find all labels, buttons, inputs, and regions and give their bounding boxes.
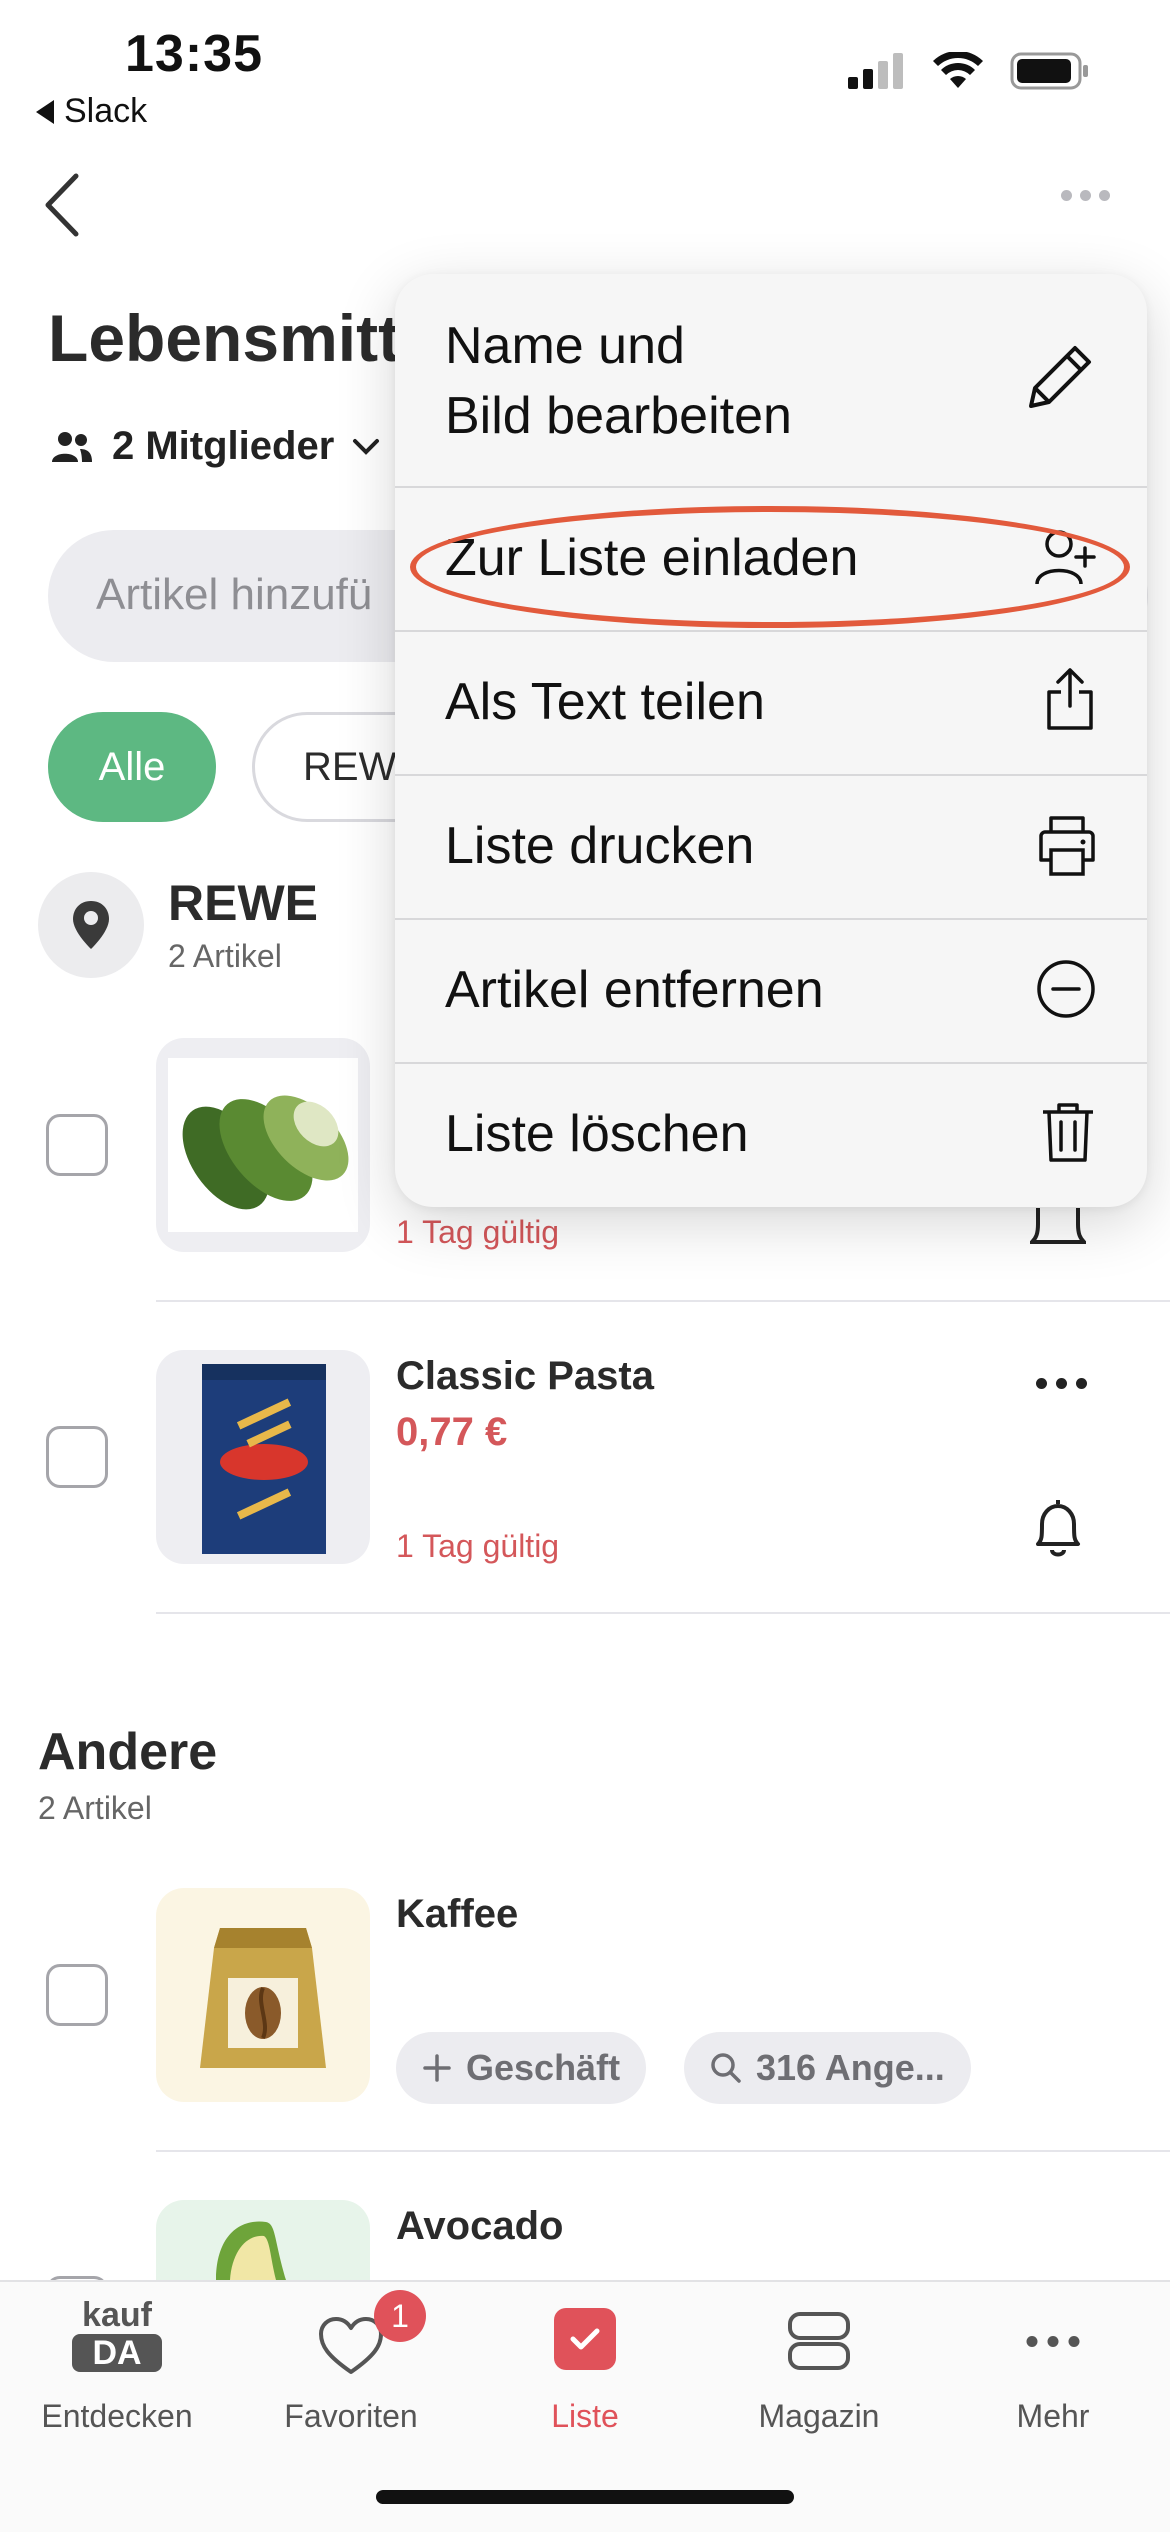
- tab-label-more: Mehr: [1016, 2398, 1090, 2434]
- printer-icon: [1039, 816, 1095, 876]
- menu-item-print[interactable]: Liste drucken: [395, 776, 1147, 918]
- share-icon: [1047, 668, 1093, 730]
- trash-icon: [1043, 1103, 1093, 1162]
- tab-label-magazine: Magazin: [758, 2398, 880, 2434]
- wifi-icon: [933, 52, 983, 88]
- item-checkbox[interactable]: [46, 1426, 108, 1488]
- location-pin-icon: [38, 872, 144, 978]
- plus-icon: [423, 2054, 451, 2082]
- section-title: Andere: [38, 1723, 218, 1781]
- context-menu: Name und Bild bearbeiten Zur Liste einla…: [395, 274, 1147, 1207]
- members-label: 2 Mitglieder: [112, 424, 335, 468]
- item-name: Kaffee: [396, 1892, 519, 1936]
- menu-item-delete-list[interactable]: Liste löschen: [395, 1064, 1147, 1207]
- status-time: 13:35: [125, 25, 263, 83]
- search-icon: [711, 2053, 741, 2083]
- home-indicator: [376, 2490, 794, 2504]
- item-more-icon[interactable]: [1036, 1378, 1087, 1389]
- tab-discover[interactable]: kauf DA Entdecken: [0, 2282, 234, 2482]
- divider: [156, 1612, 1170, 1614]
- divider: [156, 2150, 1170, 2152]
- list-checkmark-icon: [554, 2308, 616, 2370]
- item-image-lettuce[interactable]: [156, 1038, 370, 1252]
- back-triangle-icon: [36, 99, 54, 124]
- tab-magazine[interactable]: Magazin: [702, 2282, 936, 2482]
- chevron-down-icon: [353, 438, 380, 455]
- status-icons: [848, 52, 1090, 90]
- menu-label-remove-items: Artikel entfernen: [445, 961, 824, 1019]
- filter-chip-all[interactable]: Alle: [48, 712, 216, 822]
- divider: [156, 1300, 1170, 1302]
- bell-icon[interactable]: [1030, 1496, 1086, 1567]
- bell-icon[interactable]: [1027, 1204, 1089, 1253]
- tab-label-favorites: Favoriten: [284, 2398, 418, 2434]
- add-item-placeholder: Artikel hinzufü: [96, 570, 373, 619]
- heart-icon: [319, 2317, 383, 2374]
- chevron-left-icon: [45, 173, 79, 237]
- section-item-count: 2 Artikel: [38, 1790, 152, 1826]
- item-image-avocado[interactable]: [156, 2200, 370, 2280]
- tab-more[interactable]: Mehr: [936, 2282, 1170, 2482]
- back-app-label: Slack: [64, 92, 148, 130]
- menu-label-edit-line1: Name und: [445, 317, 685, 375]
- members-icon: [52, 431, 92, 462]
- menu-item-edit-name-image[interactable]: Name und Bild bearbeiten: [395, 274, 1147, 486]
- more-dots-icon: [1026, 2336, 1080, 2347]
- back-to-app-link[interactable]: Slack: [36, 92, 147, 131]
- item-name: Avocado: [396, 2204, 564, 2248]
- pencil-icon: [1029, 346, 1091, 408]
- members-button[interactable]: 2 Mitglieder: [50, 424, 380, 469]
- cellular-signal-icon: [848, 53, 903, 89]
- more-options-icon[interactable]: [1061, 190, 1110, 201]
- back-button[interactable]: [40, 170, 90, 240]
- item-image-coffee[interactable]: [156, 1888, 370, 2102]
- add-store-chip[interactable]: Geschäft: [396, 2032, 647, 2104]
- item-validity: 1 Tag gültig: [396, 1214, 560, 1250]
- menu-item-remove-items[interactable]: Artikel entfernen: [395, 920, 1147, 1062]
- menu-label-share-text: Als Text teilen: [445, 673, 765, 731]
- item-validity: 1 Tag gültig: [396, 1528, 560, 1564]
- add-store-label: Geschäft: [466, 2047, 621, 2088]
- magazine-icon: [788, 2312, 850, 2370]
- menu-label-print: Liste drucken: [445, 817, 755, 875]
- minus-circle-icon: [1037, 960, 1095, 1018]
- menu-item-share-text[interactable]: Als Text teilen: [395, 632, 1147, 774]
- item-name: Classic Pasta: [396, 1354, 654, 1398]
- offers-chip[interactable]: 316 Ange...: [684, 2032, 971, 2104]
- tab-list[interactable]: Liste: [468, 2282, 702, 2482]
- battery-icon: [1010, 52, 1088, 90]
- store-item-count: 2 Artikel: [168, 938, 282, 974]
- favorites-badge: 1: [374, 2290, 426, 2342]
- offers-label: 316 Ange...: [756, 2047, 945, 2088]
- kaufda-logo-icon: kauf DA: [72, 2298, 162, 2376]
- item-price: 0,77 €: [396, 1410, 508, 1454]
- item-checkbox[interactable]: [46, 1114, 108, 1176]
- tab-favorites[interactable]: 1 Favoriten: [234, 2282, 468, 2482]
- store-name: REWE: [168, 875, 318, 931]
- item-checkbox[interactable]: [46, 1964, 108, 2026]
- page-title: Lebensmitt: [48, 301, 401, 375]
- menu-label-delete-list: Liste löschen: [445, 1105, 749, 1163]
- menu-label-edit-line2: Bild bearbeiten: [445, 387, 792, 445]
- highlight-annotation-ring: [410, 506, 1130, 628]
- item-image-pasta[interactable]: [156, 1350, 370, 1564]
- tab-label-discover: Entdecken: [41, 2398, 193, 2434]
- tab-label-list: Liste: [551, 2398, 619, 2434]
